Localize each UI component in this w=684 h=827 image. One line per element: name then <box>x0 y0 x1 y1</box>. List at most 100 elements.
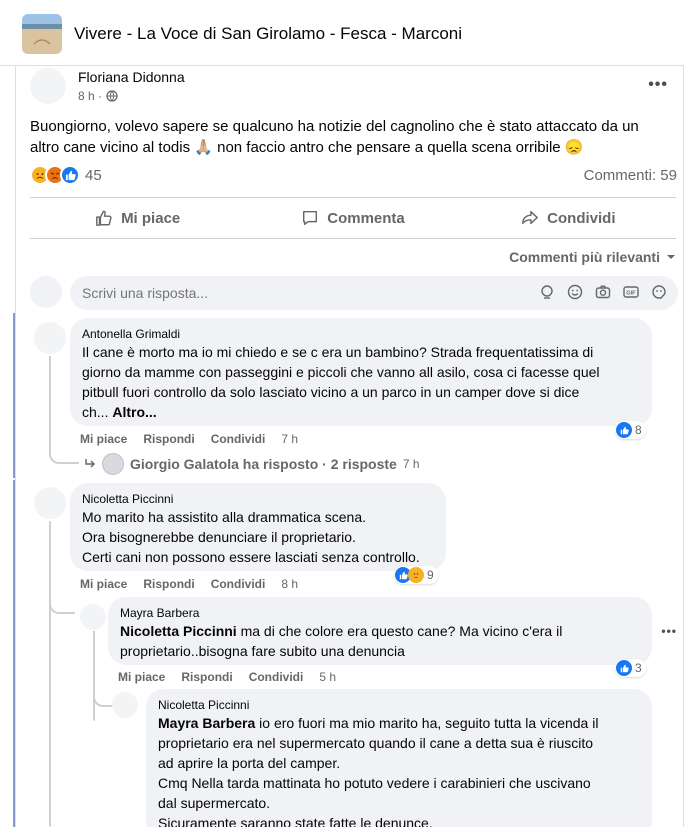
comment-line: proprietario era nel supermercato quando… <box>158 735 594 751</box>
comment-time[interactable]: 7 h <box>281 432 298 446</box>
comment-time[interactable]: 8 h <box>281 577 298 591</box>
reply-connector <box>49 521 51 827</box>
comment-reactions[interactable]: 8 <box>615 421 646 439</box>
like-reaction-icon <box>616 422 632 438</box>
comment-author[interactable]: Nicoletta Piccinni <box>82 491 434 507</box>
comment-actions: Mi piace Rispondi Condividi 7 h <box>80 432 298 446</box>
comment-mention[interactable]: Mayra Barbera <box>158 715 255 731</box>
group-title[interactable]: Vivere - La Voce di San Girolamo - Fesca… <box>74 24 462 44</box>
comment-reply-button[interactable]: Rispondi <box>181 670 232 684</box>
comment-reactions[interactable]: 9 <box>394 566 438 584</box>
comment-text: Mayra Barbera io ero fuori ma mio marito… <box>158 713 640 827</box>
replies-time: 7 h <box>402 457 420 471</box>
composer-icons: GIF <box>538 283 668 301</box>
emoji-icon[interactable] <box>566 283 584 301</box>
comment-line: giorno da mamme con passeggini e piccoli… <box>82 364 600 380</box>
thread-indicator <box>13 480 15 827</box>
comment-button[interactable]: Commenta <box>245 198 460 238</box>
reply-connector <box>49 590 75 614</box>
comment-label: Commenta <box>327 209 405 227</box>
comment-avatar[interactable] <box>80 604 106 630</box>
comment-reaction-count: 3 <box>635 661 642 675</box>
group-avatar[interactable] <box>22 14 62 54</box>
comment-bubble: Nicoletta Piccinni Mo marito ha assistit… <box>70 483 446 571</box>
reaction-count: 45 <box>85 166 102 184</box>
globe-icon <box>106 90 118 102</box>
comment-line-text: io ero fuori ma mio marito ha, seguito t… <box>255 715 599 731</box>
comment-line: ch... Altro... <box>82 402 640 422</box>
sort-label: Commenti più rilevanti <box>509 249 660 265</box>
comment-share-button[interactable]: Condividi <box>211 432 266 446</box>
comment-reply-button[interactable]: Rispondi <box>143 432 194 446</box>
chevron-down-icon <box>667 255 675 259</box>
like-reaction-icon <box>616 660 632 676</box>
comment-avatar[interactable] <box>112 692 138 718</box>
comment-text: Il cane è morto ma io mi chiedo e se c e… <box>82 342 640 422</box>
gif-icon[interactable]: GIF <box>622 283 640 301</box>
share-button[interactable]: Condividi <box>461 198 676 238</box>
comment-share-button[interactable]: Condividi <box>211 577 266 591</box>
post-text: Buongiorno, volevo sapere se qualcuno ha… <box>30 118 639 156</box>
reply-connector <box>93 631 95 721</box>
comment-line: Ora bisognerebbe denunciare il proprieta… <box>82 529 356 545</box>
comment-line: Mo marito ha assistito alla drammatica s… <box>82 509 366 525</box>
comment-like-button[interactable]: Mi piace <box>80 432 127 446</box>
comment-time[interactable]: 5 h <box>319 670 336 684</box>
comment-like-button[interactable]: Mi piace <box>80 577 127 591</box>
action-bar: Mi piace Commenta Condividi <box>30 197 676 239</box>
current-user-avatar <box>30 276 62 308</box>
like-button[interactable]: Mi piace <box>30 198 245 238</box>
comment-avatar[interactable] <box>34 487 66 519</box>
share-icon <box>522 210 539 225</box>
comment-line-end: ch... <box>82 404 109 420</box>
thumbs-up-icon <box>96 210 112 226</box>
reply-composer[interactable]: GIF <box>70 276 678 310</box>
comment-line: Il cane è morto ma io mi chiedo e se c e… <box>82 344 594 360</box>
comment-reply-button[interactable]: Rispondi <box>143 577 194 591</box>
camera-icon[interactable] <box>594 283 612 301</box>
comment-reactions[interactable]: 3 <box>615 659 646 677</box>
reply-input[interactable] <box>82 285 522 301</box>
comment-like-button[interactable]: Mi piace <box>118 670 165 684</box>
sticker-icon[interactable] <box>650 283 668 301</box>
see-more-link[interactable]: Altro... <box>112 404 156 420</box>
comment-actions: Mi piace Rispondi Condividi 8 h <box>80 577 298 591</box>
comment-avatar[interactable] <box>34 322 66 354</box>
comment-author[interactable]: Antonella Grimaldi <box>82 326 640 342</box>
comment-text: Mo marito ha assistito alla drammatica s… <box>82 507 434 567</box>
comment-line: pitbull fuori controllo da solo lasciato… <box>82 384 580 400</box>
comment-share-button[interactable]: Condividi <box>249 670 304 684</box>
more-options-icon[interactable]: ••• <box>648 76 668 94</box>
comment-bubble: Mayra Barbera Nicoletta Piccinni ma di c… <box>108 597 652 665</box>
comment-line: Certi cani non possono essere lasciati s… <box>82 549 420 565</box>
replies-text: Giorgio Galatola ha risposto · 2 rispost… <box>130 456 397 472</box>
reactions-summary[interactable]: 45 <box>30 165 102 185</box>
comment-more-options-icon[interactable]: ••• <box>661 624 677 638</box>
comment-line: dal supermercato. <box>158 795 271 811</box>
comment-reaction-count: 9 <box>427 568 434 582</box>
view-replies-link[interactable]: Giorgio Galatola ha risposto · 2 rispost… <box>84 453 420 475</box>
comment-line-text: ma di che colore era questo cane? Ma vic… <box>236 623 563 639</box>
avatar-sticker-icon[interactable] <box>538 283 556 301</box>
post-author[interactable]: Floriana Didonna <box>78 69 185 85</box>
group-header: Vivere - La Voce di San Girolamo - Fesca… <box>0 0 684 66</box>
comments-sort[interactable]: Commenti più rilevanti <box>509 249 676 265</box>
comment-bubble: Nicoletta Piccinni Mayra Barbera io ero … <box>146 689 652 827</box>
post-time[interactable]: 8 h · <box>78 89 102 103</box>
author-avatar[interactable] <box>30 68 66 104</box>
comment-bubble: Antonella Grimaldi Il cane è morto ma io… <box>70 318 652 426</box>
care-reaction-icon <box>408 567 424 583</box>
comment-reaction-count: 8 <box>635 423 642 437</box>
comment-author[interactable]: Nicoletta Piccinni <box>158 697 640 713</box>
comment-author[interactable]: Mayra Barbera <box>120 605 640 621</box>
comment-actions: Mi piace Rispondi Condividi 5 h <box>118 670 336 684</box>
comment-text: Nicoletta Piccinni ma di che colore era … <box>120 621 640 661</box>
comment-line: Sicuramente saranno state fatte le denun… <box>158 815 433 827</box>
comment-line: ad aprire la porta del camper. <box>158 755 341 771</box>
comment-line: Nicoletta Piccinni ma di che colore era … <box>120 621 640 641</box>
comment-mention[interactable]: Nicoletta Piccinni <box>120 623 237 639</box>
replier-avatar <box>102 453 124 475</box>
comment-line: proprietario..bisogna fare subito una de… <box>120 643 405 659</box>
comments-count[interactable]: Commenti: 59 <box>584 167 677 184</box>
post-meta: 8 h · <box>78 89 118 103</box>
